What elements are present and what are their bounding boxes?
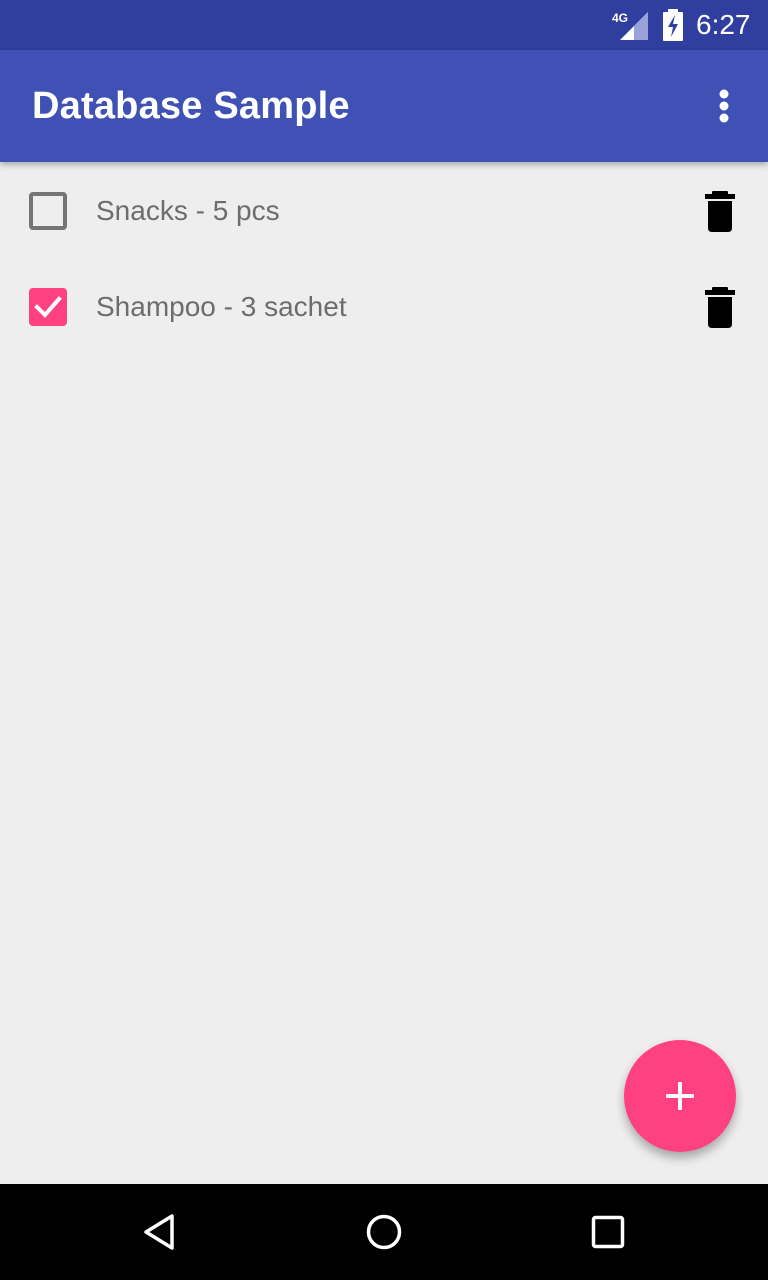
plus-icon [666,1082,694,1110]
more-vert-icon[interactable] [700,78,748,134]
trash-icon[interactable] [700,188,740,234]
item-label: Snacks - 5 pcs [96,195,280,226]
app-bar: Database Sample [0,50,768,162]
network-4g-icon: 4G [612,11,648,40]
home-icon[interactable] [364,1212,404,1252]
add-item-button[interactable] [624,1040,736,1152]
recents-icon[interactable] [588,1212,628,1252]
item-label: Shampoo - 3 sachet [96,291,347,322]
back-icon[interactable] [140,1212,180,1252]
item-checkbox[interactable] [29,288,67,326]
status-bar: 4G 6:27 [0,0,768,50]
item-list: Snacks - 5 pcs Shampoo - 3 sachet [0,162,768,354]
page-title: Database Sample [32,85,350,127]
list-item: Snacks - 5 pcs [0,162,768,258]
trash-icon[interactable] [700,284,740,330]
check-icon [34,296,62,318]
screen: 4G 6:27 Database Sample Snacks - 5 pcs S… [0,0,768,1280]
clock: 6:27 [696,9,751,40]
item-checkbox[interactable] [29,192,67,230]
list-item: Shampoo - 3 sachet [0,258,768,354]
nav-bar [0,1184,768,1280]
network-label: 4G [612,11,628,25]
battery-charging-icon [663,9,683,41]
